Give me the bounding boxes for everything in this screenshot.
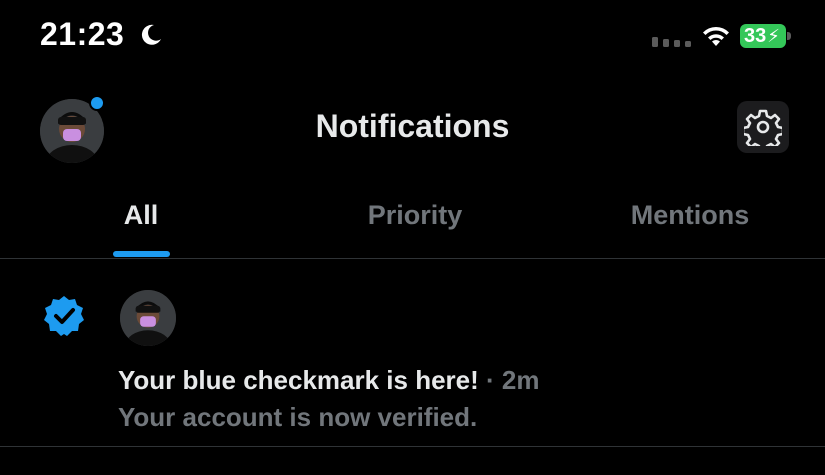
active-tab-indicator [113, 251, 170, 257]
notification-avatar[interactable] [120, 290, 176, 346]
verified-badge-icon [44, 296, 84, 336]
avatar-image [120, 290, 176, 346]
tab-all[interactable]: All [95, 200, 187, 231]
lightning-bolt-icon: ⚡ [767, 25, 780, 46]
moon-icon [141, 24, 161, 45]
tab-mentions[interactable]: Mentions [605, 200, 775, 231]
page-title: Notifications [315, 108, 510, 144]
notification-separator: · [478, 365, 502, 395]
wifi-icon [703, 26, 729, 46]
header: Notifications [0, 75, 825, 185]
notification-title: Your blue checkmark is here! [118, 365, 479, 395]
status-time: 21:23 [40, 16, 125, 52]
battery-nub [787, 32, 791, 40]
battery-body: 33 ⚡ [740, 24, 786, 48]
tab-priority[interactable]: Priority [330, 200, 500, 231]
gear-icon [744, 109, 782, 146]
battery-level: 33 [744, 24, 767, 47]
status-bar: 21:23 33 ⚡ [0, 0, 825, 75]
notification-item[interactable]: Your blue checkmark is here! · 2m Your a… [0, 259, 825, 447]
battery-indicator: 33 ⚡ [740, 24, 792, 48]
notification-body: Your account is now verified. [118, 402, 478, 432]
cellular-signal-icon [652, 37, 691, 47]
notification-time: 2m [501, 365, 540, 395]
notification-tabs: All Priority Mentions [0, 185, 825, 259]
notification-title-line: Your blue checkmark is here! · 2m [118, 365, 539, 396]
settings-button[interactable] [737, 101, 789, 153]
